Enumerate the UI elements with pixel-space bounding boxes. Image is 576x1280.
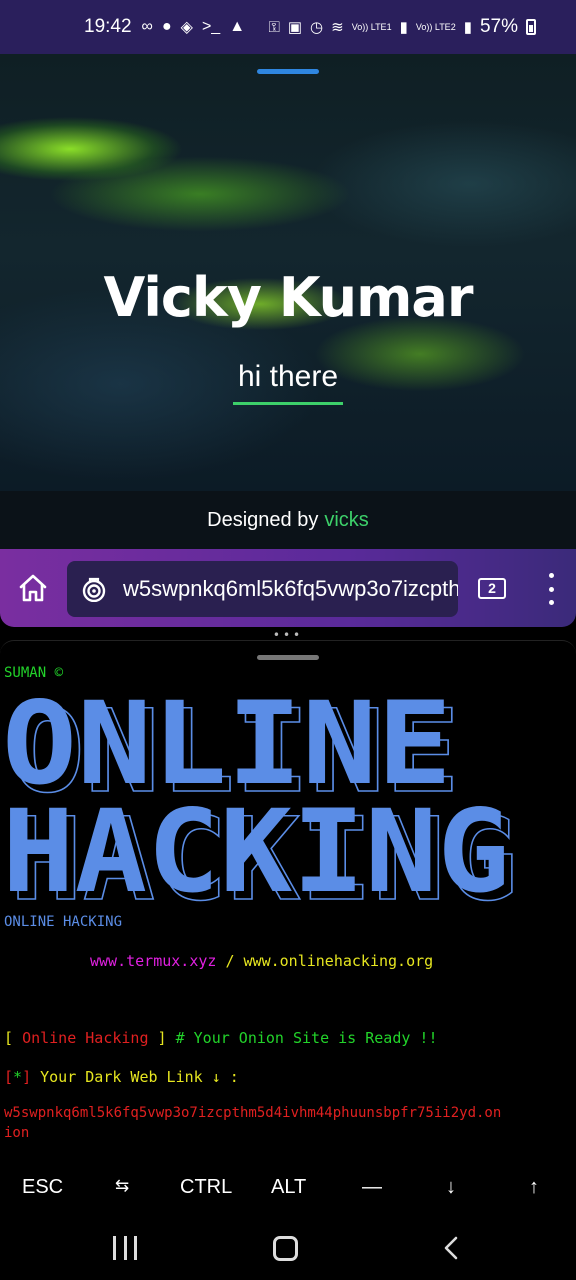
- banner-line2: HACKING: [2, 785, 510, 911]
- link-star: *: [13, 1068, 23, 1086]
- alt-key[interactable]: ALT: [271, 1176, 306, 1199]
- overflow-menu-icon[interactable]: [543, 573, 559, 605]
- tab-key[interactable]: ⇆: [115, 1176, 129, 1196]
- fire-icon: ●: [161, 18, 172, 35]
- onion-link-line2[interactable]: ion: [4, 1125, 29, 1141]
- address-url: w5swpnkq6ml5k6fq5vwp3o7izcpthm5d4ivhm44p…: [123, 576, 458, 601]
- back-icon[interactable]: [440, 1236, 464, 1260]
- arrow-down-key[interactable]: ↓: [446, 1176, 456, 1199]
- browser-toolbar: w5swpnkq6ml5k6fq5vwp3o7izcpthm5d4ivhm44p…: [0, 549, 576, 627]
- ready-bracket-open: [: [4, 1029, 14, 1047]
- bell-icon: ▲: [229, 18, 246, 35]
- hero-subtitle: hi there: [237, 360, 339, 393]
- footer-credit: Designed by vicks: [0, 491, 576, 549]
- sites-line: www.termux.xyz / www.onlinehacking.org: [90, 952, 433, 970]
- sheet-drag-handle[interactable]: [257, 69, 319, 74]
- esc-key[interactable]: ESC: [22, 1176, 63, 1199]
- site-link-termux[interactable]: www.termux.xyz: [90, 952, 216, 970]
- shield-icon: ◈: [180, 19, 193, 36]
- onion-security-icon[interactable]: [81, 576, 107, 602]
- terminal-drag-handle[interactable]: [257, 655, 319, 660]
- link-bracket-open: [: [4, 1068, 14, 1086]
- terminal-credit: SUMAN ©: [4, 665, 64, 681]
- wifi-icon: ≋: [331, 19, 344, 36]
- link-line: [*] Your Dark Web Link ↓ :: [4, 1068, 239, 1086]
- status-bar: 19:42 ∞ ● ◈ >_ ▲ ⚿ ▣ ◷ ≋ Vo)) LTE1 ▮ Vo)…: [0, 0, 576, 54]
- hero-section: Vicky Kumar hi there: [0, 54, 576, 491]
- sim1-signal-icon: Vo)) LTE1: [351, 21, 392, 32]
- ready-bracket-close: ]: [157, 1029, 167, 1047]
- key-icon: ⚿: [268, 18, 280, 36]
- battery-percent: 57%: [479, 16, 518, 37]
- recent-apps-icon[interactable]: [113, 1236, 137, 1260]
- home-icon[interactable]: [16, 571, 50, 605]
- terminal-icon: >_: [201, 18, 221, 35]
- ctrl-key[interactable]: CTRL: [180, 1176, 232, 1199]
- hero-title: Vicky Kumar: [103, 266, 474, 329]
- home-nav-icon[interactable]: [273, 1236, 298, 1261]
- dash-key[interactable]: —: [362, 1176, 382, 1199]
- ready-message: # Your Onion Site is Ready !!: [175, 1029, 438, 1047]
- subtitle-underline: [233, 402, 343, 405]
- sim2-signal-icon: Vo)) LTE2: [415, 21, 456, 32]
- lock-icon: ▣: [287, 19, 303, 36]
- credit-author-link[interactable]: vicks: [324, 509, 368, 532]
- address-bar[interactable]: w5swpnkq6ml5k6fq5vwp3o7izcpthm5d4ivhm44p…: [67, 561, 458, 617]
- terminal-view[interactable]: SUMAN © ONLINE ONLINE HACKING HACKING ON…: [0, 640, 576, 1200]
- credit-prefix: Designed by: [207, 508, 319, 531]
- alarm-icon: ◷: [310, 19, 324, 36]
- system-icons: ⚿ ▣ ◷ ≋ Vo)) LTE1 ▮ Vo)) LTE2 ▮ 57%: [268, 16, 536, 38]
- ready-line: [ Online Hacking ] # Your Onion Site is …: [4, 1029, 438, 1047]
- onion-link-line1[interactable]: w5swpnkq6ml5k6fq5vwp3o7izcpthm5d4ivhm44p…: [4, 1105, 501, 1121]
- site-link-onlinehacking[interactable]: www.onlinehacking.org: [244, 952, 434, 970]
- signal-bars-icon: ▮: [399, 19, 408, 36]
- link-message: Your Dark Web Link ↓ :: [40, 1068, 239, 1086]
- extra-keys-row: ESC ⇆ CTRL ALT — ↓ ↑: [0, 1160, 576, 1216]
- battery-icon: [526, 19, 536, 35]
- tab-switcher-button[interactable]: 2: [478, 578, 506, 599]
- notification-icons: ∞ ● ◈ >_ ▲: [142, 17, 245, 37]
- system-nav-bar: [0, 1216, 576, 1280]
- infinity-icon: ∞: [141, 18, 153, 35]
- ascii-banner: ONLINE ONLINE HACKING HACKING: [2, 681, 519, 911]
- signal-bars-icon: ▮: [463, 19, 472, 36]
- status-time: 19:42: [84, 16, 132, 37]
- arrow-up-key[interactable]: ↑: [529, 1176, 539, 1199]
- ready-name: Online Hacking: [22, 1029, 149, 1047]
- link-bracket-close: ]: [22, 1068, 32, 1086]
- sites-separator: /: [225, 952, 235, 970]
- banner-caption: ONLINE HACKING: [4, 914, 123, 930]
